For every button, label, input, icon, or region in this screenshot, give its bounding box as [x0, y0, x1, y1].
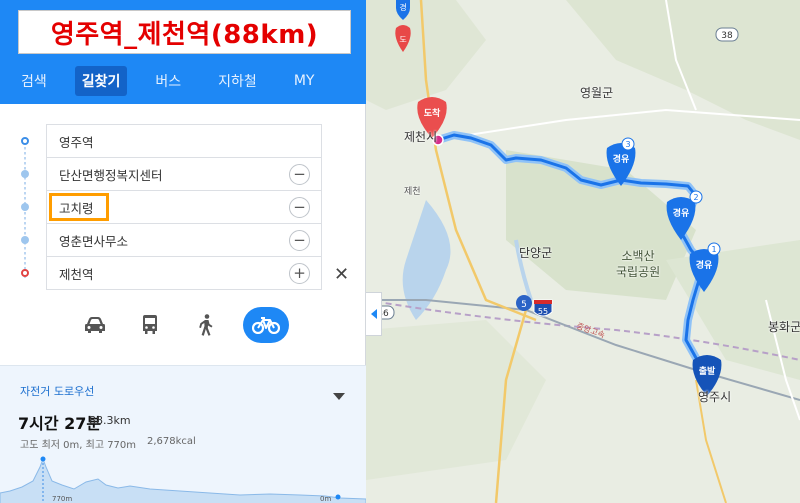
waypoint-row: 영춘면사무소 −	[0, 223, 366, 257]
tab-my[interactable]: MY	[285, 67, 324, 95]
tab-directions[interactable]: 길찾기	[74, 66, 128, 96]
bicycle-icon	[251, 317, 280, 334]
remove-waypoint-button[interactable]: −	[289, 230, 310, 251]
map-label-jecheon: 제천시	[404, 130, 438, 144]
via-number: 3	[625, 140, 630, 149]
departure-label: 출발	[699, 365, 716, 377]
end-dot-icon	[21, 269, 29, 277]
map-label-danyang: 단양군	[519, 246, 553, 260]
via-number: 1	[711, 245, 716, 254]
panel-header: 영주역_제천역(88km) 검색 길찾기 버스 지하철 MY	[0, 0, 366, 104]
collapse-panel-button[interactable]	[366, 292, 382, 336]
map-label-jecheon-small: 제천	[404, 187, 421, 197]
car-mode-button[interactable]	[76, 305, 114, 345]
expand-caret-icon[interactable]	[333, 393, 345, 400]
waypoint-row: 영주역	[0, 124, 366, 158]
map-label-yeongju: 영주시	[698, 390, 732, 404]
map-canvas: 36 38 5 55 중앙고속 경 도 도착 출발 경유 3 경유 2 경유 1	[366, 0, 800, 503]
nav-tabs: 검색 길찾기 버스 지하철 MY	[0, 62, 366, 100]
road-38-label: 38	[721, 31, 733, 41]
pin-label-2: 도	[399, 35, 406, 44]
walk-icon	[199, 314, 213, 336]
title-overlay: 영주역_제천역(88km)	[18, 10, 351, 54]
clear-route-button[interactable]: ✕	[334, 264, 349, 285]
via-input-3[interactable]: 영춘면사무소	[46, 223, 322, 257]
remove-waypoint-button[interactable]: −	[289, 164, 310, 185]
road-55-label: 55	[538, 307, 548, 316]
road-5-label: 5	[521, 300, 527, 310]
walk-mode-button[interactable]	[187, 305, 225, 345]
via-label: 경유	[696, 259, 713, 271]
route-distance: 88.3km	[89, 414, 131, 427]
collapse-arrow-icon	[370, 309, 377, 319]
remove-waypoint-button[interactable]: −	[289, 197, 310, 218]
destination-input[interactable]: 제천역	[46, 256, 322, 290]
map-label-sobaeksan: 소백산 국립공원	[616, 249, 661, 279]
via-dot-icon	[21, 170, 29, 178]
title-overlay-text: 영주역_제천역(88km)	[50, 19, 319, 50]
start-dot-icon	[21, 137, 29, 145]
waypoint-row: 단산면행정복지센터 −	[0, 157, 366, 191]
bicycle-mode-button[interactable]	[242, 307, 289, 343]
route-result-card[interactable]: 자전거 도로우선 7시간 27분 88.3km 고도 최저 0m, 최고 770…	[0, 365, 366, 503]
tab-search[interactable]: 검색	[12, 65, 56, 97]
via-dot-icon	[21, 203, 29, 211]
pin-label-1: 경	[399, 2, 406, 12]
bus-mode-button[interactable]	[131, 305, 169, 345]
map-view[interactable]: 36 38 5 55 중앙고속 경 도 도착 출발 경유 3 경유 2 경유 1…	[366, 0, 800, 503]
via-label: 경유	[673, 207, 690, 219]
waypoint-list: 영주역 단산면행정복지센터 − 고치령 − 영춘면사무소 − 제천역 +	[0, 124, 366, 290]
map-label-bonghwa: 봉화군	[768, 320, 800, 334]
add-waypoint-button[interactable]: +	[289, 263, 310, 284]
transport-mode-selector	[76, 305, 306, 345]
via-dot-icon	[21, 236, 29, 244]
bus-icon	[143, 315, 158, 334]
waypoint-row: 제천역 +	[0, 256, 366, 290]
via-number: 2	[693, 193, 698, 202]
route-type-label: 자전거 도로우선	[20, 385, 95, 398]
map-label-yeongwol: 영월군	[580, 86, 614, 100]
directions-panel: 영주역_제천역(88km) 검색 길찾기 버스 지하철 MY 영주역 단산면행정…	[0, 0, 366, 503]
origin-input[interactable]: 영주역	[46, 124, 322, 158]
via-label: 경유	[613, 153, 630, 165]
tab-bus[interactable]: 버스	[146, 65, 190, 97]
elevation-profile-chart: 770m 0m	[0, 456, 366, 503]
elevation-summary: 고도 최저 0m, 최고 770m	[20, 440, 137, 451]
via-input-1[interactable]: 단산면행정복지센터	[46, 157, 322, 191]
car-icon	[85, 317, 106, 333]
arrival-label: 도착	[424, 107, 441, 119]
tab-subway[interactable]: 지하철	[209, 65, 266, 97]
via-input-2[interactable]: 고치령	[46, 190, 322, 224]
elevation-max-label: 770m	[52, 495, 72, 503]
elevation-min-label: 0m	[320, 495, 331, 503]
waypoint-row: 고치령 −	[0, 190, 366, 224]
calorie-summary: 2,678kcal	[147, 436, 196, 447]
